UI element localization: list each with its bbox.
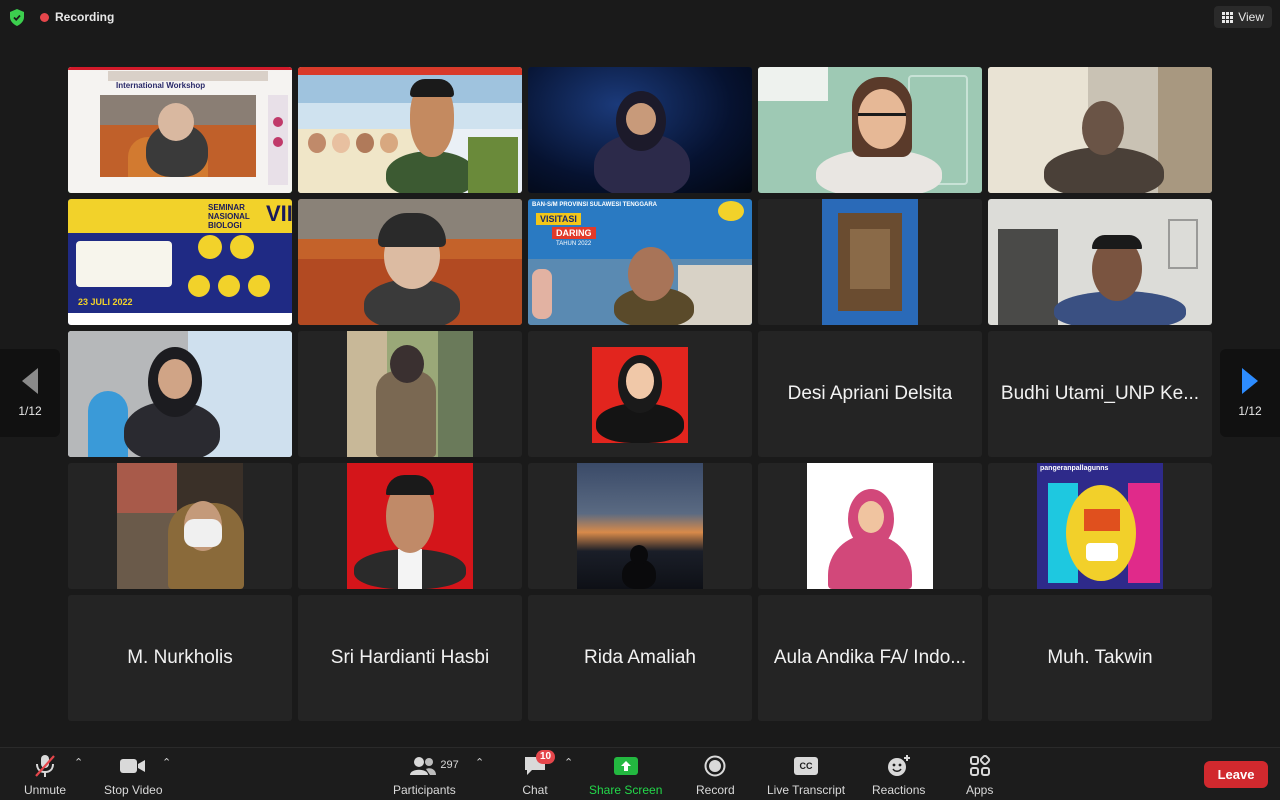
apps-label: Apps bbox=[966, 783, 994, 797]
recording-indicator[interactable]: Recording bbox=[40, 10, 114, 24]
tile-budhi[interactable]: Budhi Utami_UNP Ke... bbox=[988, 331, 1212, 457]
unmute-label: Unmute bbox=[24, 783, 67, 797]
view-button[interactable]: View bbox=[1214, 6, 1272, 28]
participant-name: M. Nurkholis bbox=[127, 647, 233, 668]
view-label: View bbox=[1238, 10, 1264, 24]
pangeran-label: pangeranpallagunns bbox=[1040, 465, 1109, 472]
video-tile-woman-hijab-space[interactable] bbox=[528, 67, 752, 193]
workshop-title: International Workshop bbox=[116, 81, 206, 90]
participant-name: Sri Hardianti Hasbi bbox=[330, 647, 490, 668]
daring-label: DARING bbox=[552, 227, 596, 239]
video-tile-woman-hijab-banner[interactable] bbox=[68, 331, 292, 457]
video-tile-workshop-speaker[interactable]: International Workshop bbox=[68, 67, 292, 193]
participants-label: Participants bbox=[393, 783, 456, 797]
cc-icon: CC bbox=[793, 754, 819, 778]
video-tile-woman-glasses-green[interactable] bbox=[758, 67, 982, 193]
seminar-title: SEMINAR NASIONAL BIOLOGI bbox=[208, 203, 250, 230]
tahun-label: TAHUN 2022 bbox=[556, 241, 592, 247]
record-icon bbox=[702, 754, 728, 778]
tile-aula[interactable]: Aula Andika FA/ Indo... bbox=[758, 595, 982, 721]
next-page-label: 1/12 bbox=[1238, 404, 1262, 418]
seminar-date: 23 JULI 2022 bbox=[78, 297, 133, 307]
stop-video-label: Stop Video bbox=[104, 783, 163, 797]
video-options-caret[interactable]: ⌃ bbox=[162, 756, 171, 769]
apps-icon bbox=[967, 754, 993, 778]
grid-view-icon bbox=[1222, 11, 1234, 23]
tile-sri[interactable]: Sri Hardianti Hasbi bbox=[298, 595, 522, 721]
chat-icon: 10 bbox=[522, 750, 556, 778]
share-screen-label: Share Screen bbox=[589, 783, 663, 797]
live-transcript-label: Live Transcript bbox=[767, 783, 846, 797]
chat-badge: 10 bbox=[536, 750, 556, 764]
video-tile-red-portrait[interactable] bbox=[528, 331, 752, 457]
chat-button[interactable]: 10 Chat bbox=[522, 750, 556, 797]
mic-muted-icon bbox=[32, 754, 58, 778]
record-label: Record bbox=[696, 783, 735, 797]
video-tile-visitasi-daring[interactable]: BAN-S/M PROVINSI SULAWESI TENGGARA VISIT… bbox=[528, 199, 752, 325]
stop-video-button[interactable]: Stop Video bbox=[104, 754, 163, 797]
video-tile-woman-mask[interactable] bbox=[68, 463, 292, 589]
video-tile-sunset[interactable] bbox=[528, 463, 752, 589]
leave-button[interactable]: Leave bbox=[1204, 761, 1268, 788]
video-tile-man-dim-room[interactable] bbox=[988, 67, 1212, 193]
unmute-button[interactable]: Unmute bbox=[24, 754, 66, 797]
seminar-number: VII bbox=[266, 201, 292, 226]
recording-label: Recording bbox=[55, 10, 115, 24]
shield-icon[interactable] bbox=[9, 9, 25, 26]
next-arrow-icon bbox=[1242, 368, 1258, 394]
video-camera-icon bbox=[120, 754, 146, 778]
share-screen-icon bbox=[613, 754, 639, 778]
video-tile-beanie-autumn[interactable] bbox=[298, 199, 522, 325]
record-dot-icon bbox=[40, 12, 49, 22]
video-tile-person-back[interactable] bbox=[298, 331, 522, 457]
video-tile-woman-pink-hijab[interactable] bbox=[758, 463, 982, 589]
tile-desi[interactable]: Desi Apriani Delsita bbox=[758, 331, 982, 457]
participants-count: 297 bbox=[440, 759, 459, 771]
prev-page-label: 1/12 bbox=[18, 404, 42, 418]
participant-name: Muh. Takwin bbox=[1047, 647, 1153, 668]
video-tile-seminar-poster[interactable]: SEMINAR NASIONAL BIOLOGI VII 23 JULI 202… bbox=[68, 199, 292, 325]
cc-glyph: CC bbox=[794, 757, 819, 775]
tile-takwin[interactable]: Muh. Takwin bbox=[988, 595, 1212, 721]
share-screen-button[interactable]: Share Screen bbox=[589, 754, 662, 797]
video-tile-pop-art-portrait[interactable]: pangeranpallagunns bbox=[988, 463, 1212, 589]
participants-options-caret[interactable]: ⌃ bbox=[475, 756, 484, 769]
participants-icon: 297 bbox=[394, 754, 459, 778]
next-page-button[interactable]: 1/12 bbox=[1220, 349, 1280, 437]
reactions-icon bbox=[886, 754, 912, 778]
prev-page-button[interactable]: 1/12 bbox=[0, 349, 60, 437]
video-tile-man-suit-red[interactable] bbox=[298, 463, 522, 589]
participant-name: Aula Andika FA/ Indo... bbox=[773, 647, 967, 668]
video-gallery: International Workshop SEMINAR NASIONAL … bbox=[68, 67, 1213, 721]
video-tile-man-glasses-banner[interactable] bbox=[298, 67, 522, 193]
participants-button[interactable]: 297 Participants bbox=[393, 754, 459, 797]
chat-options-caret[interactable]: ⌃ bbox=[564, 756, 573, 769]
record-button[interactable]: Record bbox=[696, 754, 735, 797]
live-transcript-button[interactable]: CC Live Transcript bbox=[767, 754, 845, 797]
reactions-button[interactable]: Reactions bbox=[872, 754, 925, 797]
chat-label: Chat bbox=[522, 783, 548, 797]
ban-header: BAN-S/M PROVINSI SULAWESI TENGGARA bbox=[532, 202, 658, 208]
meeting-toolbar: Unmute ⌃ Stop Video ⌃ 297 Participants ⌃… bbox=[0, 747, 1280, 800]
tile-nurkholis[interactable]: M. Nurkholis bbox=[68, 595, 292, 721]
video-tile-man-office[interactable] bbox=[988, 199, 1212, 325]
participant-name: Rida Amaliah bbox=[584, 647, 696, 668]
video-tile-ceiling-view[interactable] bbox=[758, 199, 982, 325]
audio-options-caret[interactable]: ⌃ bbox=[74, 756, 83, 769]
top-bar: Recording View bbox=[0, 0, 1280, 34]
visitasi-label: VISITASI bbox=[536, 213, 581, 225]
tile-rida[interactable]: Rida Amaliah bbox=[528, 595, 752, 721]
reactions-label: Reactions bbox=[872, 783, 926, 797]
participant-name: Budhi Utami_UNP Ke... bbox=[1000, 383, 1200, 404]
apps-button[interactable]: Apps bbox=[966, 754, 993, 797]
prev-arrow-icon bbox=[22, 368, 38, 394]
participant-name: Desi Apriani Delsita bbox=[787, 383, 953, 404]
